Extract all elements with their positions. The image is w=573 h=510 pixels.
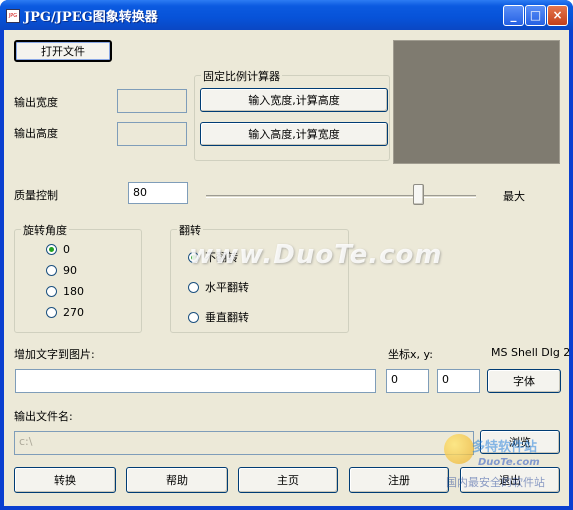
open-file-button[interactable]: 打开文件 bbox=[14, 40, 112, 62]
close-icon: × bbox=[552, 8, 563, 22]
flip-option-vertical[interactable]: 垂直翻转 bbox=[188, 309, 249, 325]
calc-height-button[interactable]: 输入宽度,计算高度 bbox=[200, 88, 388, 112]
calc-height-label: 输入宽度,计算高度 bbox=[248, 94, 340, 107]
rotate-option-180[interactable]: 180 bbox=[46, 285, 84, 298]
font-button-label: 字体 bbox=[513, 375, 535, 388]
output-height-field[interactable] bbox=[117, 122, 187, 146]
image-preview bbox=[393, 40, 560, 164]
add-text-label: 增加文字到图片: bbox=[14, 348, 95, 361]
window-title: JPG/JPEG图象转换器 bbox=[24, 10, 158, 25]
flip-option-label: 水平翻转 bbox=[205, 281, 249, 294]
calc-width-button[interactable]: 输入高度,计算宽度 bbox=[200, 122, 388, 146]
title-bar[interactable]: JPG JPG/JPEG图象转换器 _ □ × bbox=[0, 0, 573, 30]
duote-logo-en: DuoTe.com bbox=[478, 457, 540, 468]
flip-radio-horizontal[interactable] bbox=[188, 281, 199, 293]
maximize-icon: □ bbox=[529, 8, 542, 22]
register-label: 注册 bbox=[388, 474, 410, 487]
app-window: JPG JPG/JPEG图象转换器 _ □ × 打开文件 输出宽度 输出高度 固… bbox=[0, 0, 573, 510]
coord-label: 坐标x, y: bbox=[388, 348, 433, 361]
coord-x-input[interactable]: 0 bbox=[386, 369, 429, 393]
help-button[interactable]: 帮助 bbox=[126, 467, 228, 493]
flip-group-title: 翻转 bbox=[177, 222, 203, 238]
font-button[interactable]: 字体 bbox=[487, 369, 561, 393]
convert-button[interactable]: 转换 bbox=[14, 467, 116, 493]
duote-logo-watermark: 多特软件站 DuoTe.com 国内最安全的软件站 bbox=[444, 430, 569, 500]
duote-logo-sub: 国内最安全的软件站 bbox=[446, 476, 545, 489]
calc-width-label: 输入高度,计算宽度 bbox=[248, 128, 340, 141]
home-button[interactable]: 主页 bbox=[238, 467, 338, 493]
output-height-label: 输出高度 bbox=[14, 127, 58, 140]
rotate-option-label: 180 bbox=[63, 285, 84, 298]
ratio-calculator-title: 固定比例计算器 bbox=[201, 68, 282, 84]
quality-max-label: 最大 bbox=[503, 190, 525, 203]
rotate-option-label: 270 bbox=[63, 306, 84, 319]
rotate-option-label: 0 bbox=[63, 243, 70, 256]
close-button[interactable]: × bbox=[547, 5, 568, 26]
window-frame-bottom bbox=[0, 506, 573, 510]
help-label: 帮助 bbox=[166, 474, 188, 487]
app-icon[interactable]: JPG bbox=[6, 9, 20, 23]
rotate-radio-180[interactable] bbox=[46, 286, 57, 297]
output-file-label: 输出文件名: bbox=[14, 410, 73, 423]
add-text-input[interactable] bbox=[15, 369, 376, 393]
rotate-group-title: 旋转角度 bbox=[21, 222, 69, 238]
coord-y-input[interactable]: 0 bbox=[437, 369, 480, 393]
convert-label: 转换 bbox=[54, 474, 76, 487]
flip-radio-vertical[interactable] bbox=[188, 311, 199, 323]
home-label: 主页 bbox=[277, 474, 299, 487]
rotate-option-0[interactable]: 0 bbox=[46, 243, 70, 256]
quality-label: 质量控制 bbox=[14, 189, 58, 202]
rotate-option-270[interactable]: 270 bbox=[46, 306, 84, 319]
rotate-option-label: 90 bbox=[63, 264, 77, 277]
duote-watermark-text: www.DuoTe.com bbox=[189, 240, 443, 270]
quality-slider-thumb[interactable] bbox=[413, 184, 425, 205]
rotate-radio-90[interactable] bbox=[46, 265, 57, 276]
quality-slider-track[interactable] bbox=[206, 195, 476, 198]
rotate-option-90[interactable]: 90 bbox=[46, 264, 77, 277]
dialog-client-area: 打开文件 输出宽度 输出高度 固定比例计算器 输入宽度,计算高度 输入高度,计算… bbox=[4, 30, 571, 506]
rotate-radio-270[interactable] bbox=[46, 307, 57, 318]
flip-option-label: 垂直翻转 bbox=[205, 311, 249, 324]
maximize-button[interactable]: □ bbox=[525, 5, 546, 26]
output-width-field[interactable] bbox=[117, 89, 187, 113]
duote-logo-icon bbox=[444, 434, 474, 464]
minimize-button[interactable]: _ bbox=[503, 5, 524, 26]
output-width-label: 输出宽度 bbox=[14, 96, 58, 109]
output-file-field[interactable]: c:\ bbox=[14, 431, 474, 455]
register-button[interactable]: 注册 bbox=[349, 467, 449, 493]
open-file-label: 打开文件 bbox=[41, 45, 85, 58]
rotate-radio-0[interactable] bbox=[46, 244, 57, 255]
flip-option-horizontal[interactable]: 水平翻转 bbox=[188, 279, 249, 295]
minimize-icon: _ bbox=[510, 8, 517, 22]
quality-input[interactable]: 80 bbox=[128, 182, 188, 204]
duote-logo-cn: 多特软件站 bbox=[472, 440, 538, 455]
font-name-label: MS Shell Dlg 2 bbox=[491, 346, 571, 359]
